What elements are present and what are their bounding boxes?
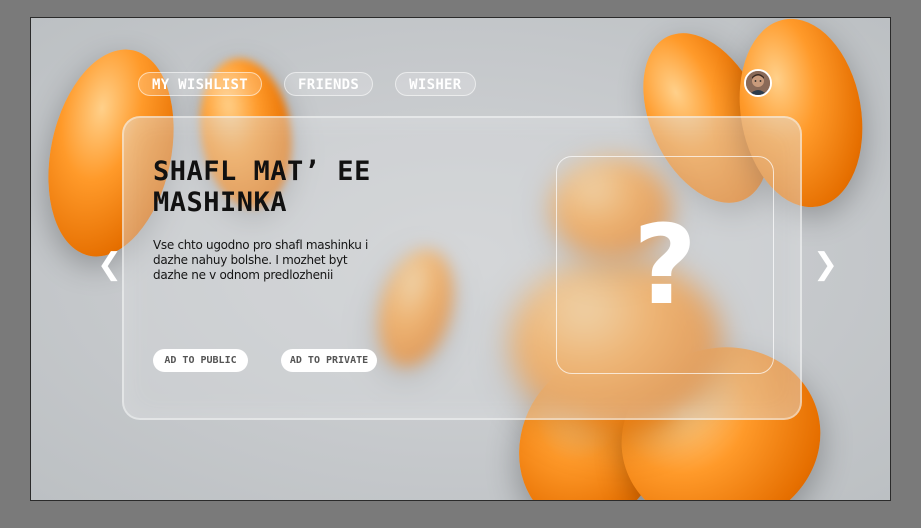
avatar-photo-icon <box>746 71 770 95</box>
wish-card: SHAFL MAT’ EE MASHINKA Vse chto ugodno p… <box>122 116 802 420</box>
question-mark-icon: ? <box>633 201 697 329</box>
nav-wisher[interactable]: WISHER <box>395 72 476 96</box>
top-nav: MY WISHLIST FRIENDS WISHER <box>138 72 498 96</box>
prev-arrow[interactable]: ❮ <box>97 250 122 280</box>
avatar[interactable] <box>744 69 772 97</box>
image-placeholder[interactable]: ? <box>556 156 774 374</box>
next-arrow[interactable]: ❯ <box>813 250 838 280</box>
nav-friends[interactable]: FRIENDS <box>284 72 374 96</box>
wish-title: SHAFL MAT’ EE MASHINKA <box>153 156 371 218</box>
wish-description: Vse chto ugodno pro shafl mashinku i daz… <box>153 238 369 282</box>
add-to-public-button[interactable]: AD TO PUBLIC <box>153 349 248 372</box>
nav-my-wishlist[interactable]: MY WISHLIST <box>138 72 263 96</box>
add-to-private-button[interactable]: AD TO PRIVATE <box>281 349 377 372</box>
app-frame: MY WISHLIST FRIENDS WISHER ❮ ❯ SHAFL MAT… <box>30 17 891 501</box>
